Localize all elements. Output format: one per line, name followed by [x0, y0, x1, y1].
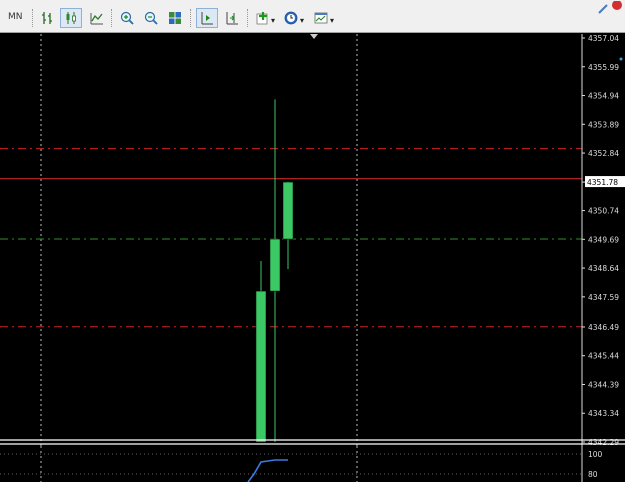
chevron-down-icon[interactable]: ▾	[271, 16, 275, 25]
zoom-in-icon[interactable]	[116, 8, 138, 28]
pencil-icon[interactable]	[597, 0, 625, 14]
chart-area[interactable]: 4357.04 4355.99 4354.94 4353.89 4352.84 4351.…	[0, 34, 625, 482]
indicator-subwindow: 100 80	[0, 439, 625, 482]
price-label: 4350.74	[588, 207, 619, 216]
chevron-down-icon[interactable]: ▾	[300, 16, 304, 25]
chart-shift-icon[interactable]	[221, 8, 243, 28]
candlestick-chart-icon[interactable]	[60, 8, 82, 28]
indicator-label: 80	[588, 470, 598, 479]
zoom-out-icon[interactable]	[140, 8, 162, 28]
indicator-label: 100	[588, 450, 603, 459]
periods-clock-icon[interactable]	[280, 8, 302, 28]
toolbar-separator	[32, 9, 34, 27]
price-label: 4349.69	[588, 235, 619, 244]
price-label: 4355.99	[588, 63, 619, 72]
current-price-label: 4351.78	[587, 178, 618, 187]
price-label: 4348.64	[588, 264, 619, 273]
chevron-down-icon[interactable]: ▾	[330, 16, 334, 25]
price-label: 4354.94	[588, 92, 619, 101]
price-label: 4344.39	[588, 380, 619, 389]
price-label: 4357.04	[588, 34, 619, 43]
indicator-panel	[0, 446, 625, 482]
price-label: 4352.84	[588, 149, 619, 158]
toolbar-separator	[247, 9, 249, 27]
candlestick-chart[interactable]: 4357.04 4355.99 4354.94 4353.89 4352.84 4351.…	[0, 34, 625, 482]
scroll-marker	[619, 57, 623, 61]
candle-body	[282, 181, 294, 240]
toolbar-separator	[190, 9, 192, 27]
toolbar-separator	[111, 9, 113, 27]
line-chart-icon[interactable]	[86, 8, 108, 28]
tile-windows-icon[interactable]	[164, 8, 186, 28]
templates-icon[interactable]	[310, 8, 332, 28]
candle-body	[269, 238, 281, 292]
price-label: 4353.89	[588, 120, 619, 129]
price-label: 4347.59	[588, 293, 619, 302]
timeframe-mn-button[interactable]: MN	[8, 12, 23, 22]
candle-body	[255, 290, 267, 443]
price-label: 4343.34	[588, 409, 619, 418]
bar-chart-icon[interactable]	[37, 8, 59, 28]
autoscroll-icon[interactable]	[196, 8, 218, 28]
price-label: 4346.49	[588, 323, 619, 332]
price-label: 4345.44	[588, 352, 619, 361]
price-label: 4342.29	[588, 438, 619, 447]
chart-toolbar: MN ▾ ▾ ▾	[0, 0, 625, 33]
